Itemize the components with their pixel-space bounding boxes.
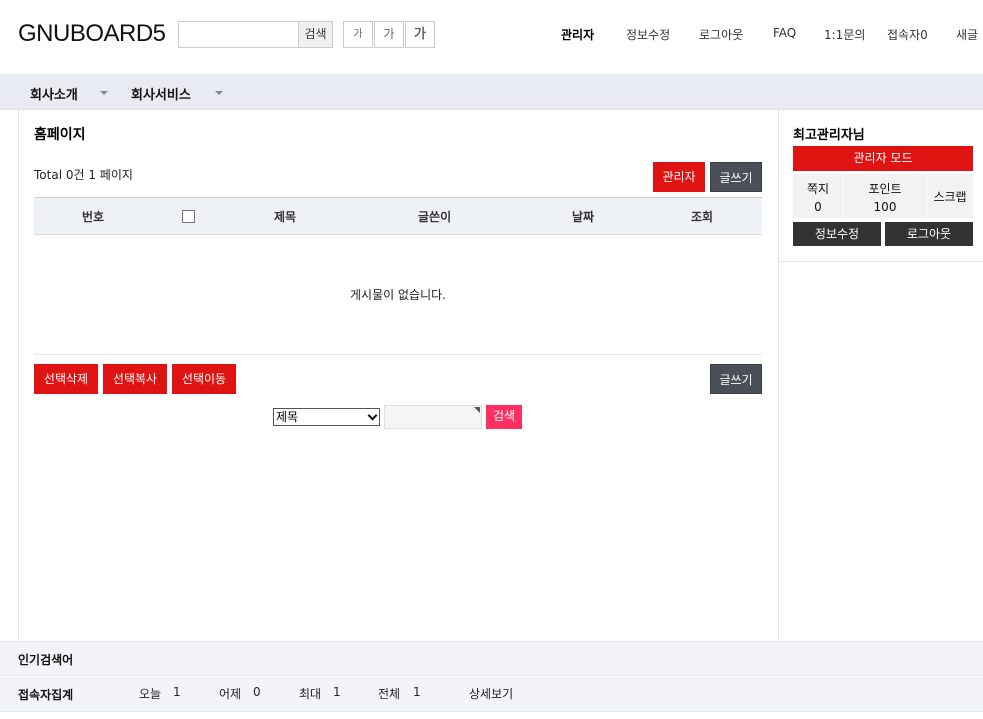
search-field-value: 제목 (276, 410, 299, 424)
write-button[interactable]: 글쓰기 (710, 162, 762, 192)
point-label: 포인트 (868, 182, 902, 196)
chevron-down-icon (367, 410, 378, 421)
select-move-button[interactable]: 선택이동 (172, 364, 236, 394)
tnb-new-link[interactable]: 새글 (956, 26, 978, 43)
write-button-bottom[interactable]: 글쓰기 (710, 364, 762, 394)
chevron-down-icon[interactable] (100, 91, 108, 95)
nav-item-company[interactable]: 회사소개 (30, 84, 78, 103)
nav-item-service[interactable]: 회사서비스 (131, 84, 191, 103)
visit-max-label: 최대 (299, 687, 322, 701)
font-size-small-button[interactable]: 가 (343, 21, 373, 48)
select-all-checkbox[interactable] (182, 210, 195, 223)
user-name: 최고관리자님 (793, 128, 865, 143)
point-value: 100 (873, 200, 897, 214)
column-subject: 제목 (274, 210, 297, 224)
memo-label: 쪽지 (806, 182, 830, 196)
board-search-input[interactable] (384, 405, 482, 429)
tnb-connect-link[interactable]: 접속자0 (887, 26, 928, 43)
board-total: Total 0건 1 페이지 (34, 168, 133, 182)
visit-stats-bar: 접속자집계 오늘 1 어제 0 최대 1 전체 1 상세보기 (0, 677, 983, 712)
tnb-logout-link[interactable]: 로그아웃 (699, 26, 743, 43)
logout-button[interactable]: 로그아웃 (885, 222, 973, 246)
select-delete-button[interactable]: 선택삭제 (34, 364, 98, 394)
column-date: 날짜 (572, 210, 595, 224)
visit-detail-link[interactable]: 상세보기 (469, 685, 513, 702)
point-link[interactable]: 포인트 100 (844, 174, 926, 218)
visit-total-label: 전체 (378, 687, 401, 701)
tnb-qa-link[interactable]: 1:1문의 (824, 26, 865, 43)
page-title: 홈페이지 (34, 127, 86, 143)
board-search-button[interactable]: 검색 (486, 405, 522, 429)
tnb-faq-link[interactable]: FAQ (773, 26, 796, 40)
column-number: 번호 (82, 210, 105, 224)
visit-yesterday-label: 어제 (219, 687, 242, 701)
visit-title: 접속자집계 (18, 688, 74, 702)
popular-search-title: 인기검색어 (18, 653, 74, 667)
scrap-label: 스크랩 (933, 190, 967, 204)
visit-today-value: 1 (173, 685, 181, 699)
header: GNUBOARD5 검색 가 가 가 관리자 정보수정 로그아웃 FAQ 1:1… (0, 0, 983, 74)
tnb-profile-link[interactable]: 정보수정 (626, 26, 670, 43)
header-search-button[interactable]: 검색 (298, 21, 333, 48)
search-field-select[interactable]: 제목 (273, 408, 380, 426)
table-bottom-divider (34, 354, 762, 355)
container-border-right (778, 110, 779, 641)
site-logo[interactable]: GNUBOARD5 (18, 20, 166, 48)
font-size-large-button[interactable]: 가 (405, 21, 435, 48)
user-info-box: 쪽지 0 포인트 100 스크랩 (793, 174, 973, 218)
scrap-link[interactable]: 스크랩 (927, 174, 973, 218)
admin-mode-button[interactable]: 관리자 모드 (793, 146, 973, 171)
column-writer: 글쓴이 (418, 210, 452, 224)
main-nav: 회사소개 회사서비스 (0, 74, 983, 110)
popular-search-bar: 인기검색어 (0, 641, 983, 676)
column-hit: 조회 (691, 210, 714, 224)
edit-profile-button[interactable]: 정보수정 (793, 222, 881, 246)
visit-yesterday-value: 0 (253, 685, 261, 699)
container-border-left (18, 110, 19, 641)
visit-total-value: 1 (413, 685, 421, 699)
visit-max-value: 1 (333, 685, 341, 699)
header-search-input[interactable] (178, 21, 299, 48)
admin-button[interactable]: 관리자 (653, 162, 705, 192)
memo-link[interactable]: 쪽지 0 (793, 174, 843, 218)
font-size-medium-button[interactable]: 가 (374, 21, 404, 48)
table-header: 번호 제목 글쓴이 날짜 조회 (34, 197, 762, 235)
required-corner-icon (474, 407, 480, 413)
visit-today-label: 오늘 (139, 687, 162, 701)
chevron-down-icon[interactable] (215, 91, 223, 95)
tnb-admin-link[interactable]: 관리자 (561, 26, 594, 43)
select-copy-button[interactable]: 선택복사 (103, 364, 167, 394)
empty-list-message: 게시물이 없습니다. (350, 288, 446, 302)
aside-divider (779, 261, 983, 262)
memo-count: 0 (814, 200, 822, 214)
